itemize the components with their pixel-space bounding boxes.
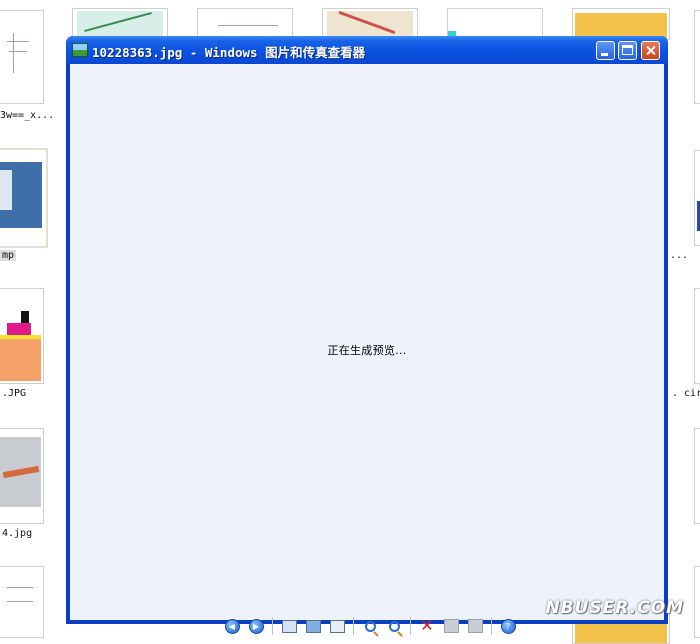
image-display-area: 正在生成预览... ◀ ▶ ✕ ? xyxy=(70,64,664,635)
best-fit-button[interactable] xyxy=(279,616,299,636)
window-title: 10228363.jpg - Windows 图片和传真查看器 xyxy=(92,45,366,60)
thumbnail-1[interactable] xyxy=(0,10,44,104)
thumbnail-caption: . cir xyxy=(672,388,700,399)
minimize-button[interactable] xyxy=(596,41,615,60)
thumbnail-15[interactable] xyxy=(694,566,700,638)
toolbar-separator xyxy=(353,617,354,635)
thumbnail-caption: mp xyxy=(0,250,17,261)
thumbnail-caption: 4.jpg xyxy=(2,528,33,539)
picture-viewer-window: 10228363.jpg - Windows 图片和传真查看器 正在生成预览..… xyxy=(66,36,668,635)
print-button[interactable] xyxy=(441,616,461,636)
maximize-button[interactable] xyxy=(618,41,637,60)
toolbar-separator xyxy=(272,617,273,635)
thumbnail-11[interactable] xyxy=(694,10,700,104)
zoom-out-icon xyxy=(388,620,400,632)
minimize-icon xyxy=(601,53,608,56)
slideshow-button[interactable] xyxy=(327,616,347,636)
thumbnail-2[interactable] xyxy=(0,148,48,248)
toolbar-separator xyxy=(491,617,492,635)
image-viewer-icon xyxy=(72,43,88,57)
title-bar[interactable]: 10228363.jpg - Windows 图片和传真查看器 xyxy=(66,36,668,64)
close-icon xyxy=(642,42,659,59)
thumbnail-caption: 3w==_x... xyxy=(0,110,55,121)
zoom-out-button[interactable] xyxy=(384,616,404,636)
help-button[interactable]: ? xyxy=(498,616,518,636)
thumbnail-3[interactable] xyxy=(0,288,44,384)
status-message: 正在生成预览... xyxy=(327,344,407,357)
thumbnail-14[interactable] xyxy=(694,428,700,524)
previous-icon: ◀ xyxy=(224,618,240,634)
help-icon: ? xyxy=(500,618,516,634)
previous-image-button[interactable]: ◀ xyxy=(222,616,242,636)
next-icon: ▶ xyxy=(248,618,264,634)
actual-size-button[interactable] xyxy=(303,616,323,636)
zoom-in-icon xyxy=(364,620,376,632)
toolbar-separator xyxy=(410,617,411,635)
thumbnail-12[interactable] xyxy=(694,150,700,246)
thumbnail-caption: .JPG xyxy=(2,388,27,399)
delete-icon: ✕ xyxy=(420,616,434,635)
thumbnail-4[interactable] xyxy=(0,428,44,524)
close-button[interactable] xyxy=(641,41,660,60)
site-watermark: NBUSER.COM xyxy=(545,598,684,618)
next-image-button[interactable]: ▶ xyxy=(246,616,266,636)
zoom-in-button[interactable] xyxy=(360,616,380,636)
copy-to-button[interactable] xyxy=(465,616,485,636)
thumbnail-13[interactable] xyxy=(694,288,700,384)
viewer-toolbar: ◀ ▶ ✕ ? xyxy=(220,615,520,637)
thumbnail-5[interactable] xyxy=(0,566,44,638)
delete-button[interactable]: ✕ xyxy=(417,616,437,636)
maximize-icon xyxy=(622,45,633,55)
thumbnail-caption: ... xyxy=(670,250,689,261)
